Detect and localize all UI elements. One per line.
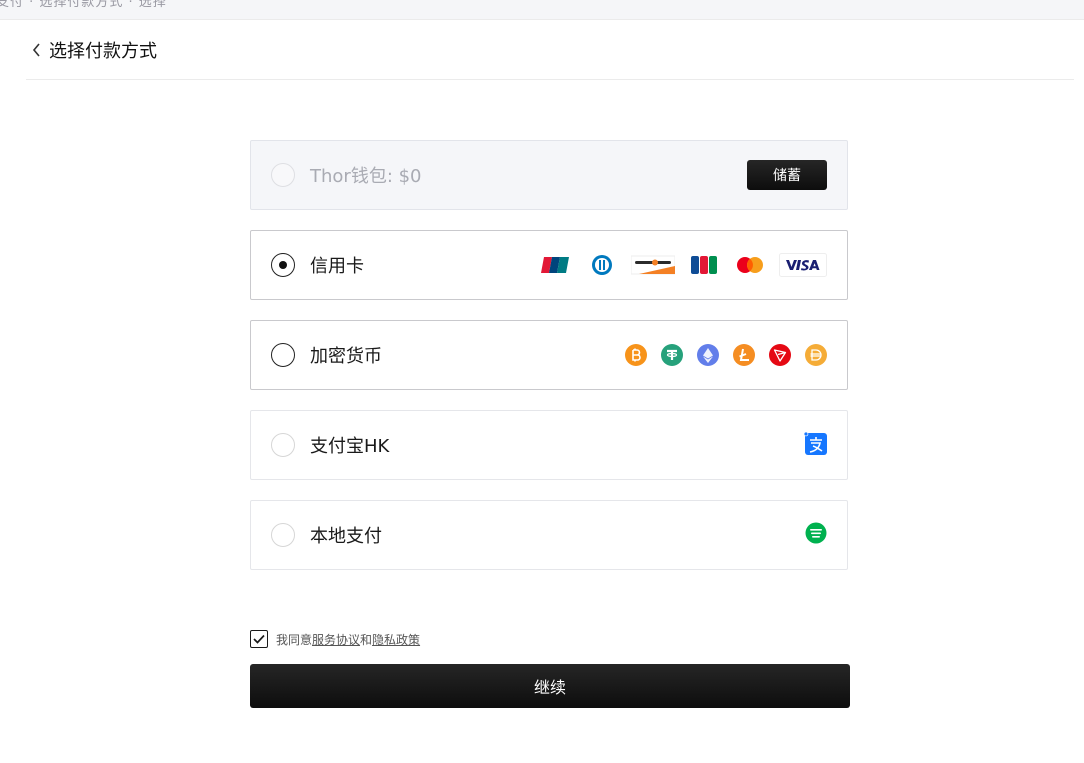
payment-option-local[interactable]: 本地支付 (250, 500, 848, 570)
agree-text: 我同意 (276, 632, 313, 647)
local-payment-label: 本地支付 (310, 526, 382, 547)
privacy-link[interactable]: 隐私政策 (372, 631, 420, 648)
radio-credit-card[interactable] (271, 253, 295, 277)
diners-club-icon (585, 254, 619, 276)
page-title: 选择付款方式 (49, 41, 157, 62)
back-button[interactable] (28, 42, 44, 58)
payment-option-credit-card[interactable]: 信用卡 (250, 230, 848, 300)
terms-link[interactable]: 服务协议 (312, 631, 360, 648)
mastercard-icon (733, 254, 767, 276)
bitcoin-icon (625, 344, 647, 366)
radio-selected-dot (279, 261, 287, 269)
payment-option-crypto[interactable]: 加密货币 (250, 320, 848, 390)
radio-alipay-hk[interactable] (271, 433, 295, 457)
radio-wallet (271, 163, 295, 187)
deposit-button[interactable]: 储蓄 (747, 160, 827, 190)
payment-option-alipay-hk[interactable]: 支付宝HK (250, 410, 848, 480)
radio-crypto[interactable] (271, 343, 295, 367)
alipay-icon (803, 431, 827, 459)
wallet-label: Thor钱包: $0 (310, 166, 422, 187)
agree-checkbox[interactable] (250, 630, 268, 648)
alipay-hk-label: 支付宝HK (310, 436, 390, 457)
payment-option-wallet: Thor钱包: $0 储蓄 (250, 140, 848, 210)
ethereum-icon (697, 344, 719, 366)
crypto-label: 加密货币 (310, 346, 382, 367)
radio-local[interactable] (271, 523, 295, 547)
top-bar: 支付 · 选择付款方式 · 选择 (0, 0, 1084, 20)
page-header: 选择付款方式 (26, 21, 1074, 80)
tron-icon (769, 344, 791, 366)
breadcrumb: 支付 · 选择付款方式 · 选择 (0, 0, 167, 10)
continue-button[interactable]: 继续 (250, 664, 850, 708)
agree-and-text: 和 (360, 632, 373, 647)
tether-icon (661, 344, 683, 366)
visa-icon (779, 253, 827, 277)
credit-card-label: 信用卡 (310, 256, 364, 277)
unionpay-icon (539, 254, 573, 276)
jcb-icon (687, 254, 721, 276)
discover-icon (631, 254, 675, 276)
dai-icon (805, 344, 827, 366)
check-icon (253, 634, 265, 644)
litecoin-icon (733, 344, 755, 366)
grabpay-icon (805, 522, 827, 548)
agreement-row: 我同意 服务协议 和 隐私政策 (250, 630, 420, 648)
chevron-left-icon (32, 43, 40, 57)
